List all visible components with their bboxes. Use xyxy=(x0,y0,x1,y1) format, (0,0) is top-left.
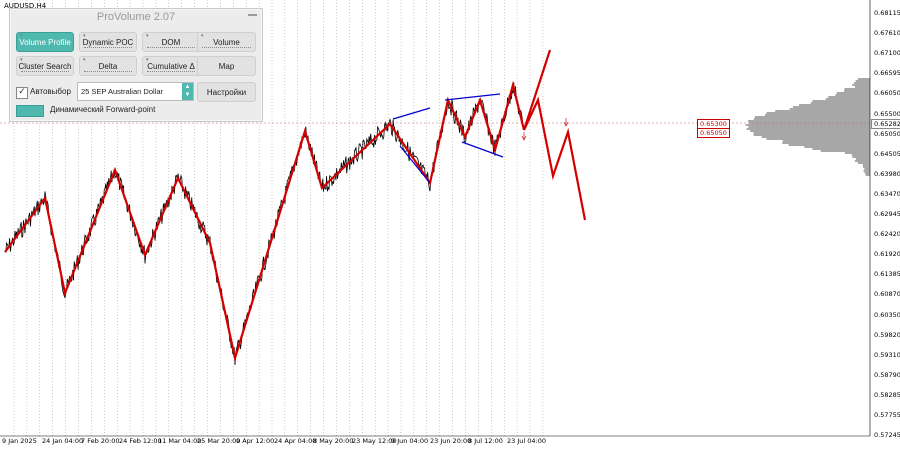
price-axis-tick: 0.61920 xyxy=(874,250,900,259)
price-level-box-2: 0.65050 xyxy=(697,128,730,138)
time-axis-tick: 7 Feb 20:00 xyxy=(81,437,120,445)
select-arrows-icon[interactable]: ▲ ▼ xyxy=(182,83,193,100)
volume-profile-histogram xyxy=(745,78,870,176)
forward-point-label: Динамический Forward-point xyxy=(50,105,156,114)
price-axis-tick: 0.58285 xyxy=(874,390,900,399)
forward-point-toggle[interactable] xyxy=(16,105,44,117)
provolume-panel: ProVolume 2.07 ▾ Volume Profile ▾ Dynamic … xyxy=(9,8,263,122)
price-axis-tick: 0.65500 xyxy=(874,109,900,118)
price-axis-tick: 0.62945 xyxy=(874,210,900,218)
volume-profile-button[interactable]: ▾ Volume Profile xyxy=(16,32,74,52)
cumulative-delta-button[interactable]: ▾ Cumulative Δ xyxy=(142,56,200,76)
price-axis: 0.68115 0.67610 0.67100 0.66595 0.66050 0.655… xyxy=(870,0,900,449)
zigzag-line xyxy=(4,80,526,363)
price-axis-tick: 0.65050 xyxy=(874,129,900,138)
price-axis-tick: 0.62420 xyxy=(874,230,900,239)
price-axis-tick: 0.64505 xyxy=(874,149,900,158)
forecast-zigzag-line xyxy=(522,49,587,221)
map-button[interactable]: Map xyxy=(197,56,256,76)
price-axis-tick: 0.67100 xyxy=(874,49,900,58)
price-axis-tick: 0.58790 xyxy=(874,370,900,379)
price-axis-tick: 0.63470 xyxy=(874,189,900,198)
time-axis-tick: 24 Feb 12:00 xyxy=(119,437,162,445)
time-axis-tick: 25 Mar 20:00 xyxy=(197,437,241,445)
time-axis-tick: 8 May 20:00 xyxy=(313,437,354,445)
time-axis-tick: 24 Jan 04:00 xyxy=(42,437,84,445)
price-axis-tick: 0.57245 xyxy=(874,431,900,440)
time-axis-tick: 24 Apr 04:00 xyxy=(274,437,317,445)
price-axis-tick: 0.67610 xyxy=(874,29,900,38)
auto-select-label: Автовыбор xyxy=(30,87,71,96)
panel-title: ProVolume 2.07 xyxy=(96,11,176,23)
price-axis-tick: 0.59820 xyxy=(874,330,900,339)
dynamic-poc-button[interactable]: ▾ Dynamic POC xyxy=(79,32,137,52)
price-axis-tick: 0.63980 xyxy=(874,169,900,178)
time-axis-tick: 23 May 12:00 xyxy=(352,437,397,445)
price-axis-tick: 0.59310 xyxy=(874,350,900,359)
time-axis-tick: 23 Jun 20:00 xyxy=(430,437,472,445)
dom-button[interactable]: ▾ DOM xyxy=(142,32,200,52)
price-axis-tick: 0.61385 xyxy=(874,270,900,279)
price-axis-tick: 0.66595 xyxy=(874,69,900,78)
price-axis-tick: 0.66050 xyxy=(874,89,900,98)
time-axis-tick: 9 Apr 12:00 xyxy=(236,437,275,445)
price-axis-tick: 0.60350 xyxy=(874,310,900,319)
instrument-select[interactable]: 25 SEP Australian Dollar ▲ ▼ xyxy=(77,82,194,101)
auto-select-checkbox[interactable]: ✓ xyxy=(16,87,28,99)
cluster-search-button[interactable]: ▾ Cluster Search xyxy=(16,56,74,76)
wedge-pattern-lines xyxy=(392,93,504,184)
price-axis-tick: 0.60870 xyxy=(874,290,900,299)
price-axis-tick: 0.68115 xyxy=(874,9,900,17)
price-axis-tick: 0.57755 xyxy=(874,411,900,419)
price-series-line xyxy=(4,82,524,366)
time-axis-tick: 8 Jul 12:00 xyxy=(468,437,503,445)
time-axis-tick: 23 Jul 04:00 xyxy=(507,437,546,445)
volume-button[interactable]: ▾ Volume xyxy=(197,32,256,52)
time-axis-tick: 9 Jan 2025 xyxy=(2,437,37,445)
current-price-box: 0.65282 xyxy=(871,119,900,129)
delta-button[interactable]: ▾ Delta xyxy=(79,56,137,76)
settings-button[interactable]: Настройки xyxy=(197,82,256,102)
time-axis-tick: 9 Jun 04:00 xyxy=(391,437,429,445)
minimize-icon[interactable] xyxy=(248,14,257,16)
instrument-value: 25 SEP Australian Dollar xyxy=(81,87,163,96)
time-axis-tick: 11 Mar 04:00 xyxy=(158,437,202,445)
